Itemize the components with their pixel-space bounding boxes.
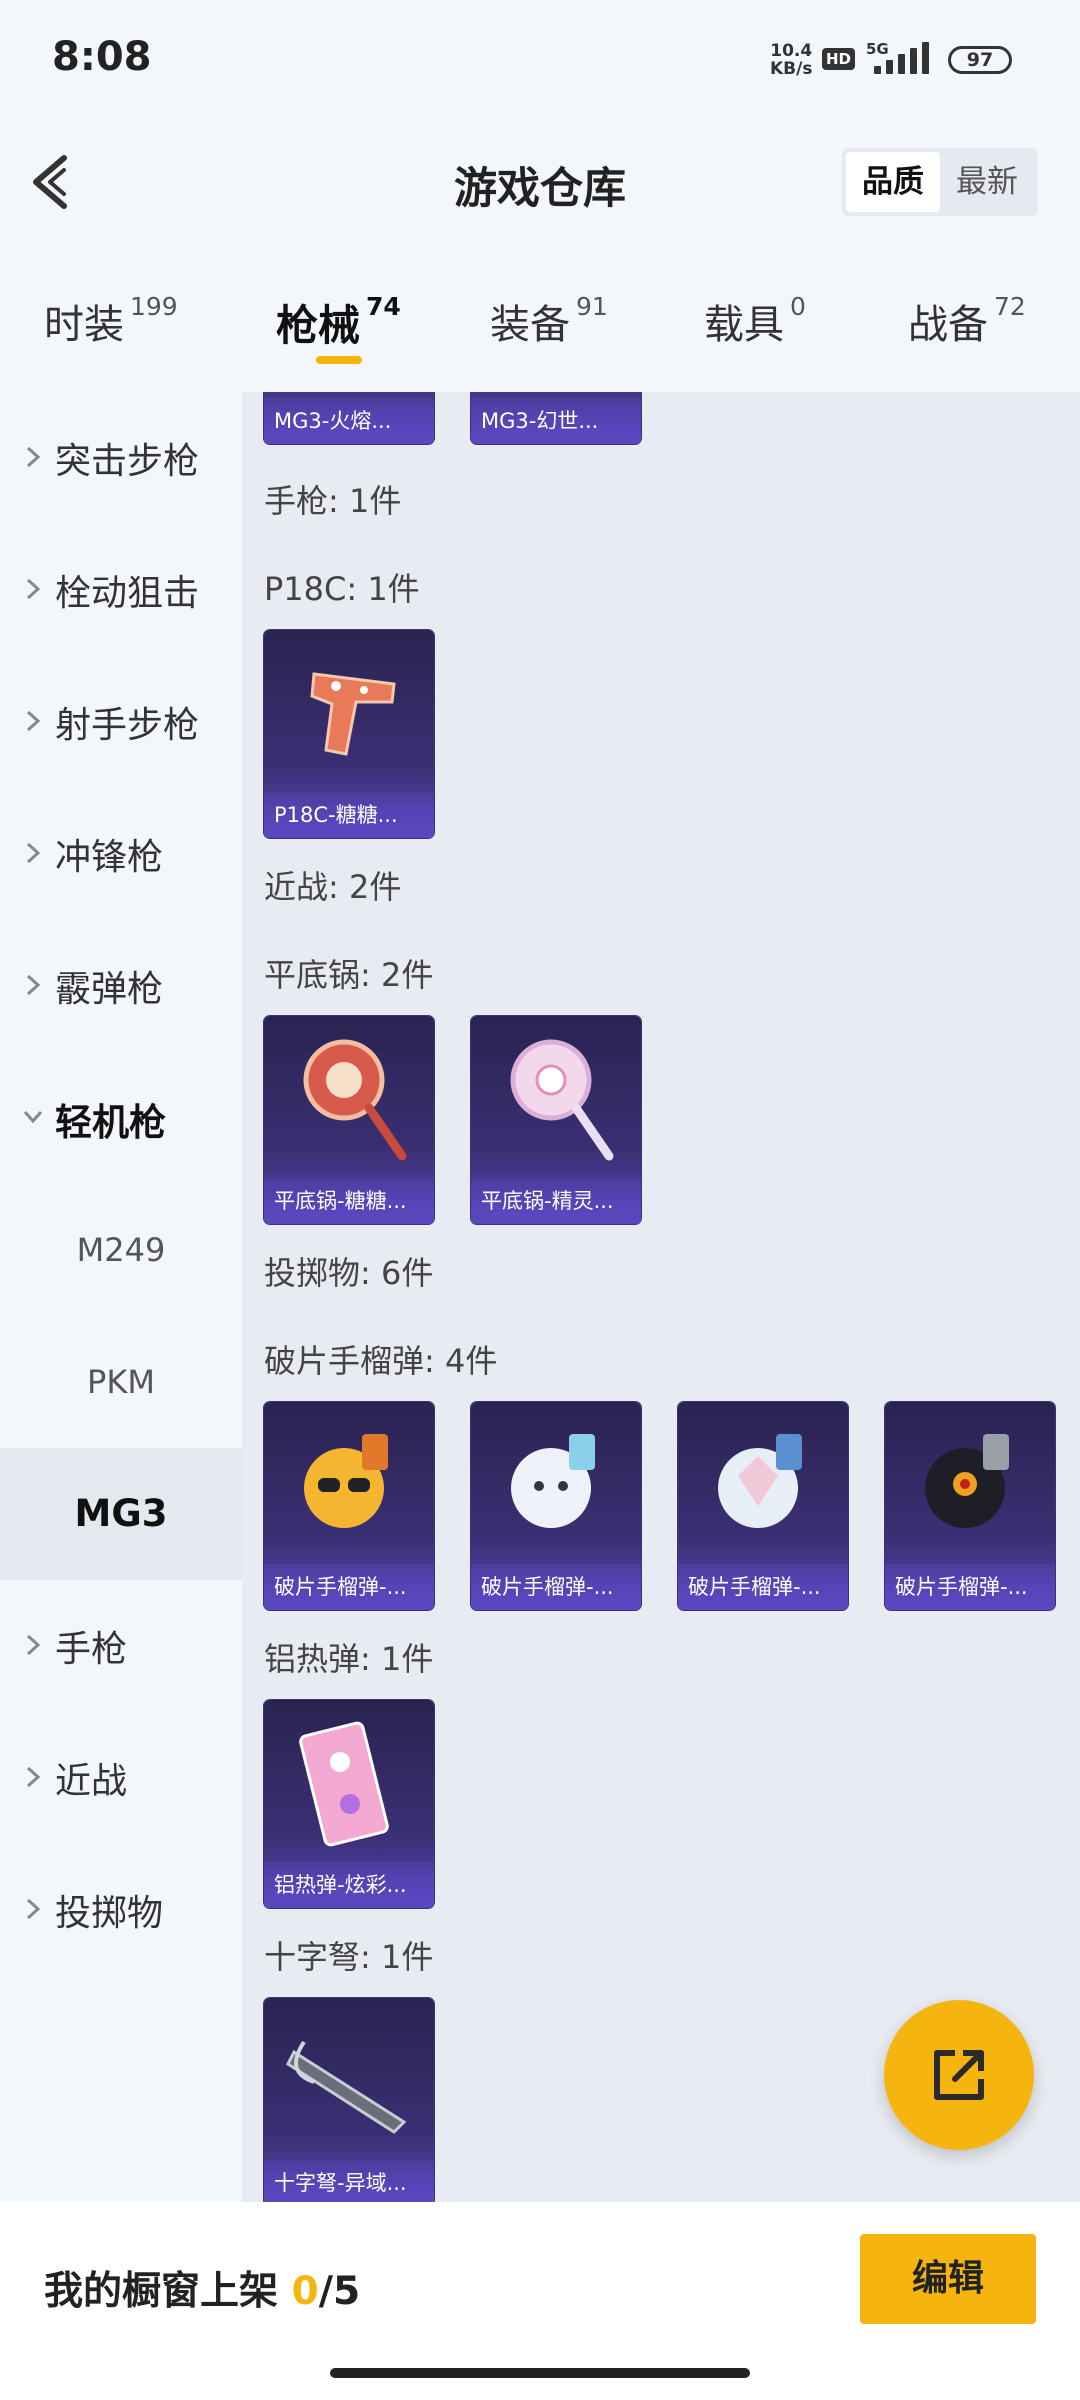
pistol-skin-icon xyxy=(310,672,396,756)
pan-skin-icon xyxy=(303,1039,407,1161)
sidebar-item-marksman-rifle[interactable]: 射手步枪 xyxy=(0,656,242,788)
crossbow-skin-icon xyxy=(286,2040,407,2134)
item-card-crossbow[interactable]: 十字弩-异域... xyxy=(264,1998,434,2202)
chevron-right-icon xyxy=(26,446,41,468)
sidebar-item-bolt-sniper[interactable]: 栓动狙击 xyxy=(0,524,242,656)
item-card-frag-1[interactable]: 破片手榴弹-... xyxy=(264,1402,434,1610)
external-link-icon xyxy=(934,2050,984,2100)
sidebar-sub-mg3[interactable]: MG3 xyxy=(0,1448,242,1580)
group-header-pistol: 手枪: 1件 xyxy=(264,482,402,520)
grenade-skin-icon xyxy=(511,1434,595,1528)
category-sidebar: 突击步枪 栓动狙击 射手步枪 冲锋枪 霰弹枪 轻机枪 M249 PKM MG3 … xyxy=(0,392,242,2202)
chevron-right-icon xyxy=(26,1898,41,1920)
sidebar-item-smg[interactable]: 冲锋枪 xyxy=(0,788,242,920)
back-button[interactable] xyxy=(24,152,84,212)
item-card-frag-3[interactable]: 破片手榴弹-... xyxy=(678,1402,848,1610)
back-arrow-icon xyxy=(33,155,67,209)
sort-newest-option[interactable]: 最新 xyxy=(940,152,1034,212)
item-card-pan-2[interactable]: 平底锅-精灵... xyxy=(471,1016,641,1224)
item-card-mg3-1[interactable]: MG3-火熔... xyxy=(264,392,434,444)
thermite-skin-icon xyxy=(299,1721,389,1847)
pan-skin-icon xyxy=(510,1039,614,1161)
chevron-right-icon xyxy=(26,974,41,996)
chevron-right-icon xyxy=(26,710,41,732)
header: 游戏仓库 品质 最新 xyxy=(0,122,1080,242)
chevron-down-icon xyxy=(23,1111,43,1124)
tab-fashion[interactable]: 时装 199 xyxy=(44,292,178,350)
sort-toggle: 品质 最新 xyxy=(842,148,1038,216)
sidebar-item-pistol[interactable]: 手枪 xyxy=(0,1580,242,1712)
subgroup-header-pan: 平底锅: 2件 xyxy=(264,956,434,994)
category-tabs: 时装 199 枪械 74 装备 91 载具 0 战备 72 xyxy=(0,262,1080,392)
subgroup-header-p18c: P18C: 1件 xyxy=(264,570,420,608)
hd-badge: HD xyxy=(822,48,856,70)
sidebar-item-lmg[interactable]: 轻机枪 xyxy=(0,1052,242,1184)
status-bar: 8:08 10.4 KB/s HD 5G 97 xyxy=(0,0,1080,122)
net-speed: 10.4 KB/s xyxy=(770,41,813,79)
status-time: 8:08 xyxy=(52,34,152,80)
group-header-throwables: 投掷物: 6件 xyxy=(264,1254,434,1292)
share-fab[interactable] xyxy=(884,2000,1034,2150)
chevron-right-icon xyxy=(26,578,41,600)
item-card-mg3-2[interactable]: MG3-幻世... xyxy=(471,392,641,444)
sort-quality-option[interactable]: 品质 xyxy=(846,152,940,212)
item-card-p18c[interactable]: P18C-糖糖... xyxy=(264,630,434,838)
group-header-melee: 近战: 2件 xyxy=(264,868,402,906)
item-card-thermite[interactable]: 铝热弹-炫彩... xyxy=(264,1700,434,1908)
sidebar-item-melee[interactable]: 近战 xyxy=(0,1712,242,1844)
item-grid: MG3-火熔... MG3-幻世... 手枪: 1件 P18C: 1件 P18C… xyxy=(242,392,1080,2202)
edit-button[interactable]: 编辑 xyxy=(860,2234,1036,2324)
signal-icon: 5G xyxy=(864,40,934,76)
tab-equipment[interactable]: 装备 91 xyxy=(490,292,608,350)
grenade-skin-icon xyxy=(925,1434,1009,1528)
subgroup-header-thermite: 铝热弹: 1件 xyxy=(264,1640,434,1678)
tab-tactical[interactable]: 战备 72 xyxy=(908,292,1026,350)
chevron-right-icon xyxy=(26,842,41,864)
battery-icon: 97 xyxy=(948,46,1012,74)
sidebar-item-assault-rifle[interactable]: 突击步枪 xyxy=(0,392,242,524)
sidebar-item-shotgun[interactable]: 霰弹枪 xyxy=(0,920,242,1052)
tab-vehicles[interactable]: 载具 0 xyxy=(704,292,806,350)
sidebar-item-throwables[interactable]: 投掷物 xyxy=(0,1844,242,1976)
item-card-frag-4[interactable]: 破片手榴弹-... xyxy=(885,1402,1055,1610)
chevron-right-icon xyxy=(26,1766,41,1788)
subgroup-header-frag: 破片手榴弹: 4件 xyxy=(264,1342,498,1380)
grenade-skin-icon xyxy=(718,1434,802,1528)
home-indicator[interactable] xyxy=(330,2368,750,2378)
item-card-pan-1[interactable]: 平底锅-糖糖... xyxy=(264,1016,434,1224)
tab-firearms[interactable]: 枪械 74 xyxy=(276,292,401,353)
showcase-count: 0 xyxy=(291,2269,319,2314)
chevron-right-icon xyxy=(26,1634,41,1656)
subgroup-header-crossbow: 十字弩: 1件 xyxy=(264,1938,434,1976)
item-card-frag-2[interactable]: 破片手榴弹-... xyxy=(471,1402,641,1610)
grenade-skin-icon xyxy=(304,1434,388,1528)
showcase-status: 我的橱窗上架 0/5 xyxy=(44,2269,361,2314)
sidebar-sub-pkm[interactable]: PKM xyxy=(0,1316,242,1448)
active-tab-indicator xyxy=(316,356,362,364)
sidebar-sub-m249[interactable]: M249 xyxy=(0,1184,242,1316)
